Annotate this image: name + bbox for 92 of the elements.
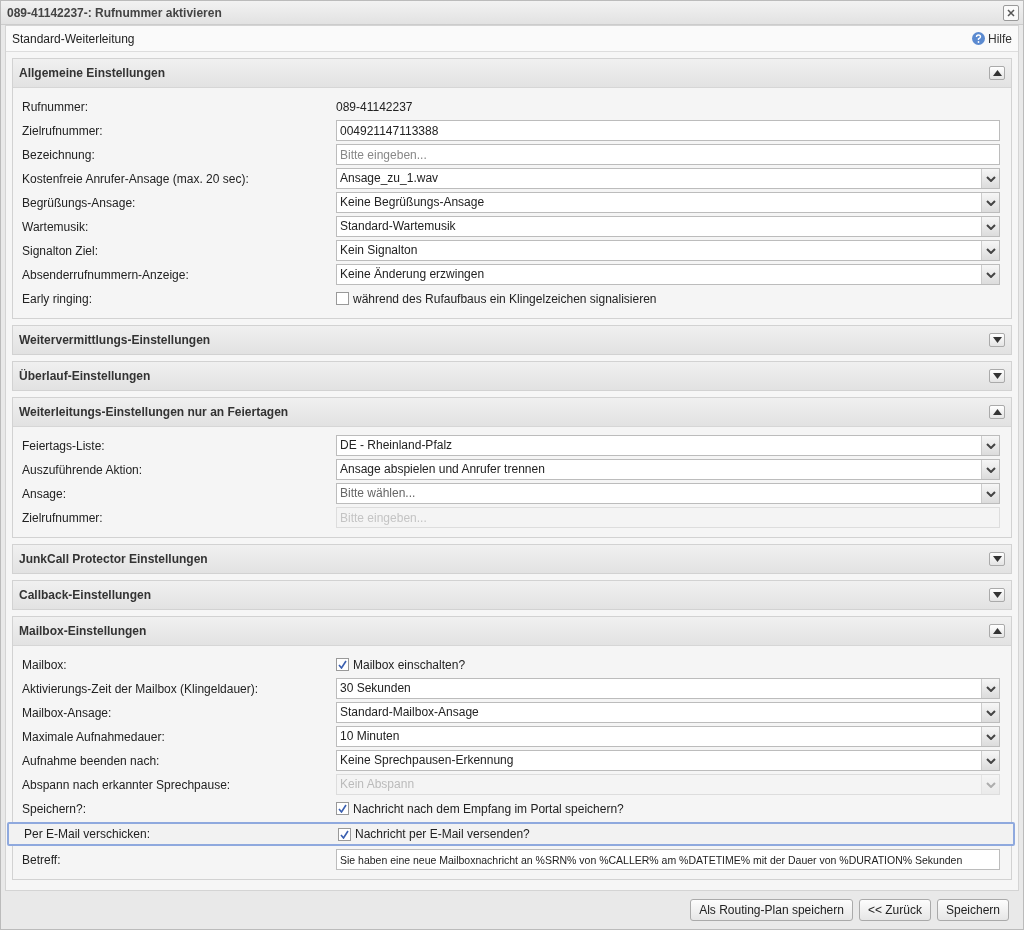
close-icon: [1007, 8, 1015, 17]
caret-up-icon: [992, 70, 1002, 76]
select-field[interactable]: Standard-Wartemusik: [336, 216, 1000, 237]
collapse-toggle[interactable]: [989, 66, 1005, 80]
caret-up-icon: [992, 409, 1002, 415]
checkbox-label: Nachricht per E-Mail versenden?: [355, 827, 530, 841]
select-field[interactable]: Standard-Mailbox-Ansage: [336, 702, 1000, 723]
chevron-down-icon: [985, 223, 996, 230]
field-label: Begrüßungs-Ansage:: [22, 195, 137, 210]
footer-button[interactable]: Als Routing-Plan speichern: [690, 899, 853, 921]
chevron-down-icon: [985, 490, 996, 497]
close-button[interactable]: [1003, 4, 1019, 21]
chevron-down-icon: [985, 442, 996, 449]
checkbox[interactable]: [336, 292, 349, 305]
select-field[interactable]: DE - Rheinland-Pfalz: [336, 435, 1000, 456]
input-field[interactable]: Bitte eingeben...: [336, 144, 1000, 165]
help-icon: [972, 32, 985, 45]
collapse-toggle[interactable]: [989, 333, 1005, 347]
field-label: Kostenfreie Anrufer-Ansage (max. 20 sec):: [22, 171, 250, 186]
field-label: Mailbox:: [22, 657, 68, 672]
panel-title: Allgemeine Einstellungen: [19, 66, 166, 80]
form-title: Standard-Weiterleitung: [12, 31, 135, 46]
caret-down-icon: [992, 556, 1002, 562]
input-field[interactable]: 004921147113388: [336, 120, 1000, 141]
panel-title: Weiterleitungs-Einstellungen nur an Feiertagen: [19, 405, 289, 419]
select-field[interactable]: Ansage_zu_1.wav: [336, 168, 1000, 189]
panel-title: Überlauf-Einstellungen: [19, 369, 151, 383]
window-title: 089-41142237-: Rufnummer aktivieren: [7, 5, 222, 20]
field-label: Signalton Ziel:: [22, 243, 100, 258]
checkbox-label: Nachricht nach dem Empfang im Portal speichern?: [353, 801, 624, 816]
field-label: Absenderrufnummern-Anzeige:: [22, 267, 190, 282]
collapse-toggle[interactable]: [989, 552, 1005, 566]
select-field[interactable]: Ansage abspielen und Anrufer trennen: [336, 459, 1000, 480]
collapse-toggle[interactable]: [989, 369, 1005, 383]
select-field[interactable]: Keine Begrüßungs-Ansage: [336, 192, 1000, 213]
check-icon: [338, 660, 347, 669]
check-icon: [338, 804, 347, 813]
chevron-down-icon: [985, 199, 996, 206]
input-field[interactable]: Sie haben eine neue Mailboxnachricht an %SRN% von %CALLER% am %DATETIME% mit der Dauer von %DURATION% Sekunden: [336, 849, 1000, 870]
footer-button[interactable]: << Zurück: [858, 899, 931, 921]
field-label: Wartemusik:: [22, 219, 90, 234]
field-label: Zielrufnummer:: [22, 123, 104, 138]
checkbox[interactable]: [338, 827, 351, 841]
field-label: Per E-Mail verschicken:: [24, 827, 152, 841]
select-field[interactable]: Keine Änderung erzwingen: [336, 264, 1000, 285]
field-label: Aufnahme beenden nach:: [22, 753, 161, 768]
field-label: Betreff:: [22, 852, 62, 867]
field-label: Bezeichnung:: [22, 147, 96, 162]
caret-down-icon: [992, 373, 1002, 379]
check-icon: [340, 829, 349, 839]
select-field[interactable]: 30 Sekunden: [336, 678, 1000, 699]
field-label: Early ringing:: [22, 291, 94, 306]
select-field[interactable]: Kein Signalton: [336, 240, 1000, 261]
chevron-down-icon: [985, 685, 996, 692]
field-value: 089-41142237: [336, 99, 414, 114]
panel-title: JunkCall Protector Einstellungen: [19, 552, 208, 566]
field-label: Rufnummer:: [22, 99, 90, 114]
panel-title: Mailbox-Einstellungen: [19, 624, 147, 638]
caret-down-icon: [992, 592, 1002, 598]
caret-down-icon: [992, 337, 1002, 343]
chevron-down-icon: [985, 466, 996, 473]
checkbox-label: Mailbox einschalten?: [353, 657, 466, 672]
panel-title: Weitervermittlungs-Einstellungen: [19, 333, 211, 347]
select-field[interactable]: Keine Sprechpausen-Erkennung: [336, 750, 1000, 771]
collapse-toggle[interactable]: [989, 588, 1005, 602]
field-label: Abspann nach erkannter Sprechpause:: [22, 777, 232, 792]
chevron-down-icon: [985, 271, 996, 278]
field-label: Maximale Aufnahmedauer:: [22, 729, 166, 744]
checkbox[interactable]: [336, 802, 349, 815]
field-label: Zielrufnummer:: [22, 510, 104, 525]
select-field[interactable]: 10 Minuten: [336, 726, 1000, 747]
help-link[interactable]: Hilfe: [972, 31, 1012, 46]
footer-button[interactable]: Speichern: [936, 899, 1009, 921]
chevron-down-icon: [985, 175, 996, 182]
field-label: Aktivierungs-Zeit der Mailbox (Klingeldauer):: [22, 681, 260, 696]
checkbox-label: während des Rufaufbaus ein Klingelzeichen signalisieren: [353, 291, 657, 306]
select-field[interactable]: Bitte wählen...: [336, 483, 1000, 504]
caret-up-icon: [992, 628, 1002, 634]
chevron-down-icon: [985, 709, 996, 716]
chevron-down-icon: [985, 781, 996, 788]
field-label: Speichern?:: [22, 801, 88, 816]
collapse-toggle[interactable]: [989, 405, 1005, 419]
checkbox[interactable]: [336, 658, 349, 671]
chevron-down-icon: [985, 247, 996, 254]
field-label: Mailbox-Ansage:: [22, 705, 113, 720]
chevron-down-icon: [985, 757, 996, 764]
chevron-down-icon: [985, 733, 996, 740]
panel-title: Callback-Einstellungen: [19, 588, 152, 602]
field-label: Auszuführende Aktion:: [22, 462, 144, 477]
collapse-toggle[interactable]: [989, 624, 1005, 638]
field-label: Ansage:: [22, 486, 68, 501]
field-label: Feiertags-Liste:: [22, 438, 106, 453]
